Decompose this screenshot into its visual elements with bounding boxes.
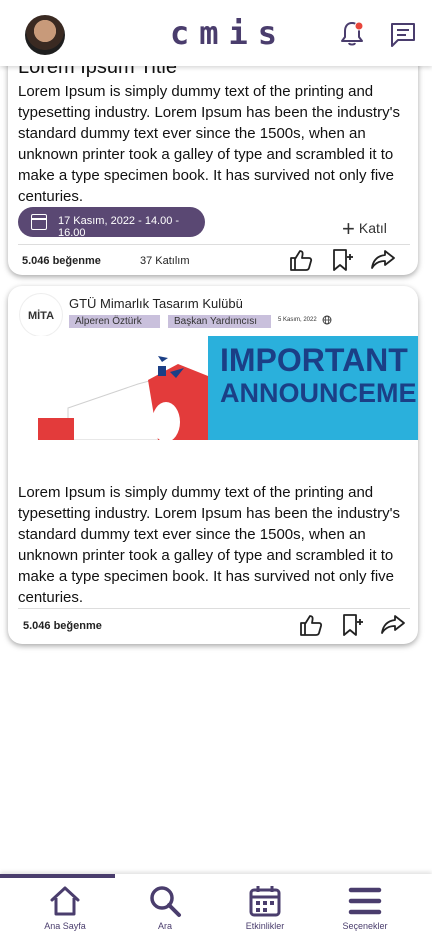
- post-date: 5 Kasım, 2022: [278, 317, 317, 323]
- likes-count: 5.046 beğenme: [23, 620, 102, 632]
- nav-options[interactable]: Seçenekler: [315, 874, 415, 938]
- avatar[interactable]: [25, 15, 65, 55]
- nav-home[interactable]: Ana Sayfa: [15, 874, 115, 938]
- nav-options-label: Seçenekler: [342, 921, 388, 931]
- like-icon[interactable]: [288, 247, 314, 273]
- share-icon[interactable]: [370, 247, 396, 273]
- chat-icon[interactable]: [389, 21, 417, 49]
- globe-icon: [322, 315, 332, 325]
- event-date-text: 17 Kasım, 2022 - 14.00 - 16.00: [58, 215, 180, 239]
- bottom-navigation: Ana Sayfa Ara Etkinlikler Seçenekler: [0, 874, 432, 938]
- org-name[interactable]: GTÜ Mimarlık Tasarım Kulübü: [69, 296, 243, 311]
- announcement-banner: IMPORTANT ANNOUNCEMENT: [8, 336, 418, 440]
- org-logo[interactable]: MİTA: [20, 294, 62, 336]
- join-button[interactable]: + Katıl: [342, 213, 387, 241]
- home-icon: [50, 886, 80, 916]
- nav-home-label: Ana Sayfa: [44, 921, 86, 931]
- post-body: Lorem Ipsum is simply dummy text of the …: [18, 83, 400, 205]
- divider: [18, 608, 410, 609]
- banner-title-line1: IMPORTANT: [220, 342, 408, 378]
- bookmark-add-icon[interactable]: [339, 612, 365, 638]
- author-tag: Alperen Öztürk: [69, 315, 160, 328]
- top-app-bar: cmis: [0, 0, 432, 66]
- join-label: Katıl: [358, 220, 387, 236]
- banner-title-line2: ANNOUNCEMENT: [220, 378, 418, 408]
- likes-count: 5.046 beğenme: [22, 255, 101, 267]
- app-logo: cmis: [170, 14, 288, 52]
- event-date-badge: 17 Kasım, 2022 - 14.00 - 16.00: [18, 207, 205, 239]
- calendar-icon: [31, 214, 47, 230]
- divider: [18, 244, 410, 245]
- role-tag: Başkan Yardımcısı: [168, 315, 271, 328]
- megaphone-icon: [8, 356, 208, 440]
- nav-search[interactable]: Ara: [115, 874, 215, 938]
- bookmark-add-icon[interactable]: [329, 247, 355, 273]
- search-icon: [150, 886, 181, 917]
- post-body: Lorem Ipsum is simply dummy text of the …: [18, 484, 400, 606]
- menu-icon: [348, 887, 382, 915]
- bell-icon[interactable]: [338, 20, 366, 48]
- announcement-post-card: MİTA GTÜ Mimarlık Tasarım Kulübü Alperen…: [8, 286, 418, 644]
- calendar-icon: [249, 886, 281, 917]
- participants-count: 37 Katılım: [140, 255, 190, 267]
- share-icon[interactable]: [380, 612, 406, 638]
- nav-events-label: Etkinlikler: [245, 921, 285, 931]
- nav-events[interactable]: Etkinlikler: [215, 874, 315, 938]
- like-icon[interactable]: [298, 612, 324, 638]
- plus-icon: +: [342, 216, 355, 241]
- nav-search-label: Ara: [157, 921, 172, 931]
